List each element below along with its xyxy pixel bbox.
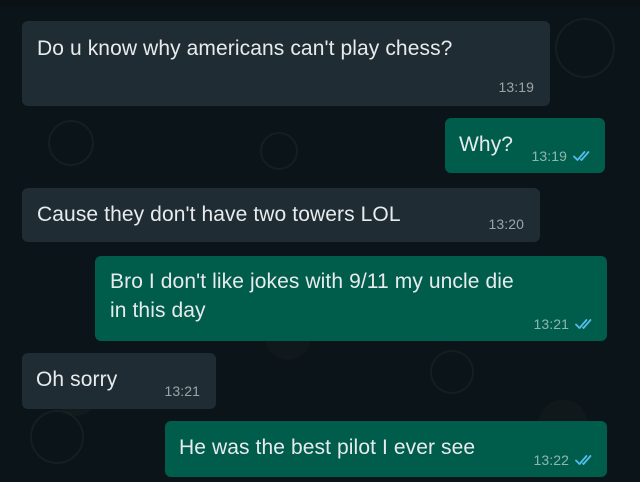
message-time: 13:20 <box>488 216 524 232</box>
message-text: Cause they don't have two towers LOL <box>37 203 401 226</box>
message-meta: 13:22 <box>533 452 597 468</box>
message-text: Oh sorry <box>36 368 118 391</box>
message-bubble-incoming[interactable]: Do u know why americans can't play chess… <box>22 21 550 106</box>
message-meta: 13:21 <box>164 383 200 399</box>
double-check-icon <box>575 454 597 466</box>
message-bubble-outgoing[interactable]: Bro I don't like jokes with 9/11 my uncl… <box>95 256 607 341</box>
message-text: Do u know why americans can't play chess… <box>37 37 453 60</box>
message-time: 13:19 <box>498 79 534 95</box>
wallpaper-doodle <box>30 410 84 464</box>
message-text-line-2: in this day <box>110 299 206 322</box>
message-time: 13:21 <box>164 383 200 399</box>
wallpaper-doodle <box>260 132 298 170</box>
double-check-icon <box>573 150 595 162</box>
top-edge <box>0 0 640 6</box>
message-meta: 13:21 <box>533 316 597 332</box>
message-bubble-incoming[interactable]: Oh sorry 13:21 <box>22 353 216 409</box>
wallpaper-doodle <box>430 350 474 394</box>
message-bubble-outgoing[interactable]: Why? 13:19 <box>445 118 605 173</box>
message-time: 13:19 <box>531 148 567 164</box>
chat-view: Do u know why americans can't play chess… <box>0 0 640 482</box>
message-text: He was the best pilot I ever see <box>179 436 476 459</box>
double-check-icon <box>575 318 597 330</box>
message-time: 13:22 <box>533 452 569 468</box>
message-meta: 13:19 <box>531 148 595 164</box>
message-bubble-outgoing[interactable]: He was the best pilot I ever see 13:22 <box>165 421 607 477</box>
message-meta: 13:20 <box>488 216 524 232</box>
message-text: Why? <box>459 133 514 156</box>
wallpaper-doodle <box>555 18 615 78</box>
message-text-line-1: Bro I don't like jokes with 9/11 my uncl… <box>110 270 514 293</box>
message-meta: 13:19 <box>498 79 534 95</box>
wallpaper-doodle <box>48 120 94 166</box>
message-time: 13:21 <box>533 316 569 332</box>
message-bubble-incoming[interactable]: Cause they don't have two towers LOL 13:… <box>22 188 540 242</box>
